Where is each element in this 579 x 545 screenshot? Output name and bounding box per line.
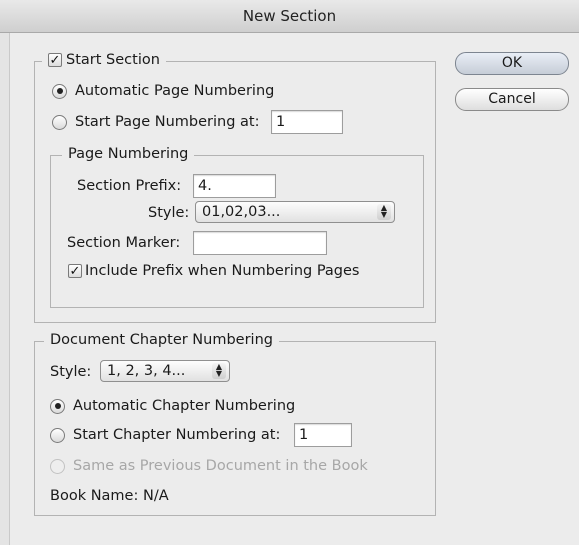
auto-page-numbering-label: Automatic Page Numbering <box>75 83 275 99</box>
section-prefix-field[interactable]: 4. <box>193 174 276 198</box>
book-name-label: Book Name: N/A <box>50 488 169 504</box>
same-as-previous-option: Same as Previous Document in the Book <box>50 457 368 475</box>
start-page-number-field[interactable]: 1 <box>271 110 343 134</box>
start-section-legend: ✓ Start Section <box>42 51 166 69</box>
checkmark-icon: ✓ <box>49 52 61 68</box>
window-title-bar: New Section <box>0 0 579 33</box>
include-prefix-checkbox[interactable]: ✓ <box>68 264 82 278</box>
section-marker-label: Section Marker: <box>67 235 181 251</box>
radio-selected-dot <box>56 88 63 94</box>
start-chapter-numbering-option[interactable]: Start Chapter Numbering at: <box>50 426 280 444</box>
radio-selected-dot <box>54 403 61 409</box>
chapter-numbering-legend: Document Chapter Numbering <box>44 331 279 349</box>
up-down-arrows-icon: ▲ ▼ <box>212 363 226 379</box>
page-style-select[interactable]: 01,02,03... ▲ ▼ <box>195 201 395 223</box>
start-chapter-numbering-label: Start Chapter Numbering at: <box>73 427 281 443</box>
ok-button[interactable]: OK <box>455 52 569 75</box>
auto-chapter-numbering-option[interactable]: Automatic Chapter Numbering <box>50 397 295 415</box>
chapter-style-label: Style: <box>50 364 92 380</box>
auto-chapter-numbering-radio[interactable] <box>50 398 65 414</box>
auto-page-numbering-option[interactable]: Automatic Page Numbering <box>52 82 274 100</box>
start-section-checkbox[interactable]: ✓ <box>48 53 62 67</box>
section-marker-field[interactable] <box>193 231 327 255</box>
start-page-numbering-label: Start Page Numbering at: <box>75 114 260 130</box>
window-title: New Section <box>242 7 337 25</box>
start-page-numbering-option[interactable]: Start Page Numbering at: <box>52 113 259 131</box>
page-numbering-legend: Page Numbering <box>62 145 195 163</box>
include-prefix-option[interactable]: ✓ Include Prefix when Numbering Pages <box>68 262 359 280</box>
cancel-button[interactable]: Cancel <box>455 88 569 111</box>
auto-page-numbering-radio[interactable] <box>52 83 67 99</box>
start-chapter-number-field[interactable]: 1 <box>294 423 352 447</box>
up-down-arrows-icon: ▲ ▼ <box>377 204 391 220</box>
include-prefix-label: Include Prefix when Numbering Pages <box>85 263 360 279</box>
start-section-label: Start Section <box>66 52 160 68</box>
start-page-numbering-radio[interactable] <box>52 114 67 130</box>
chapter-style-select[interactable]: 1, 2, 3, 4... ▲ ▼ <box>100 360 230 382</box>
start-chapter-numbering-radio[interactable] <box>50 427 65 443</box>
chapter-style-value: 1, 2, 3, 4... <box>107 363 186 379</box>
same-as-previous-radio <box>50 458 65 474</box>
page-style-label: Style: <box>148 205 190 221</box>
page-style-value: 01,02,03... <box>202 204 281 220</box>
checkmark-icon: ✓ <box>69 263 81 279</box>
same-as-previous-label: Same as Previous Document in the Book <box>73 458 368 474</box>
auto-chapter-numbering-label: Automatic Chapter Numbering <box>73 398 296 414</box>
section-prefix-label: Section Prefix: <box>77 178 182 194</box>
window-left-edge <box>0 33 10 545</box>
